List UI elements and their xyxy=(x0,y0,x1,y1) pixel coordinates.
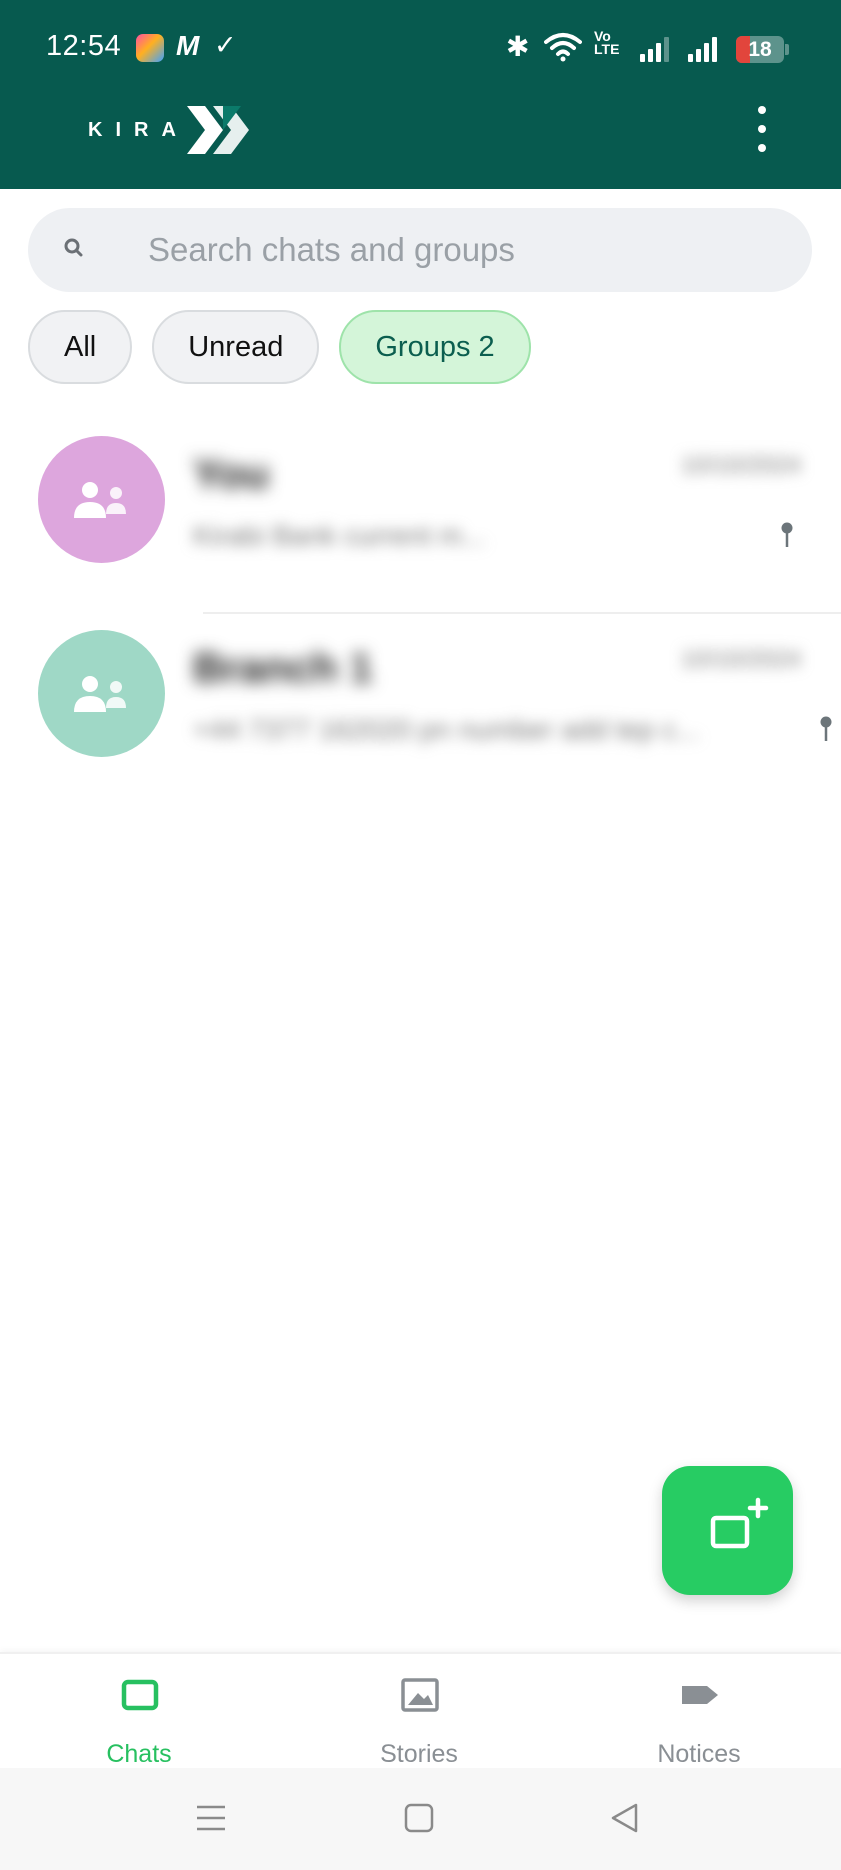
bluetooth-icon: ✱ xyxy=(506,31,530,62)
group-icon xyxy=(73,481,126,518)
app-header: 12:54 M ✓ ✱ Vo LTE 18 KIRA xyxy=(0,0,841,189)
chat-name: You xyxy=(193,450,270,497)
logo-text: KIRA xyxy=(88,118,189,141)
status-clock: 12:54 xyxy=(46,30,122,62)
system-nav-bar xyxy=(0,1768,841,1870)
chat-preview: +44 7377 162020 pn number add tep c... xyxy=(193,714,700,745)
group-avatar xyxy=(38,436,165,563)
chat-row[interactable]: Branch 1 10/10/2024 +44 7377 162020 pn n… xyxy=(0,614,841,808)
nav-notices[interactable]: Notices xyxy=(599,1654,799,1770)
home-icon[interactable] xyxy=(403,1802,435,1834)
battery-icon: 18 xyxy=(736,36,784,63)
filter-all[interactable]: All xyxy=(28,310,133,384)
battery-nub xyxy=(785,44,789,55)
volte-icon: Vo LTE xyxy=(594,28,620,57)
nav-chats[interactable]: Chats xyxy=(39,1654,239,1770)
chat-preview: Kirabi Bank current m... xyxy=(193,520,486,551)
battery-level: 18 xyxy=(748,38,772,61)
wifi-icon xyxy=(544,33,582,62)
filter-unread[interactable]: Unread xyxy=(152,310,320,384)
chat-row[interactable]: You 10/10/2024 Kirabi Bank current m... xyxy=(0,420,841,614)
status-bar: 12:54 M ✓ ✱ Vo LTE 18 xyxy=(0,0,841,96)
new-chat-button[interactable] xyxy=(662,1466,793,1595)
logo-x-icon xyxy=(186,106,249,154)
group-avatar xyxy=(38,630,165,757)
m-icon: M xyxy=(176,30,200,61)
nav-label: Stories xyxy=(380,1740,458,1768)
search-icon xyxy=(64,238,83,257)
search-bar[interactable] xyxy=(28,208,812,292)
chat-time: 10/10/2024 xyxy=(680,452,801,479)
nav-stories[interactable]: Stories xyxy=(319,1654,519,1770)
bottom-nav: Chats Stories Notices xyxy=(0,1652,841,1768)
filter-groups[interactable]: Groups 2 xyxy=(339,310,531,384)
app-logo: KIRA xyxy=(88,100,253,160)
signal-icon xyxy=(640,36,669,62)
filter-chips: All Unread Groups 2 xyxy=(28,310,531,384)
app-icon xyxy=(136,34,164,62)
group-icon xyxy=(73,675,126,712)
signal-icon xyxy=(688,36,717,62)
chat-list: You 10/10/2024 Kirabi Bank current m... … xyxy=(0,420,841,808)
search-input[interactable] xyxy=(148,208,768,292)
back-icon[interactable] xyxy=(609,1802,641,1834)
chat-name: Branch 1 xyxy=(193,644,373,691)
pin-icon xyxy=(820,716,832,741)
nav-label: Chats xyxy=(106,1740,172,1768)
image-icon xyxy=(401,1678,439,1712)
pin-icon xyxy=(781,522,793,547)
nav-label: Notices xyxy=(657,1740,741,1768)
check-icon: ✓ xyxy=(214,30,237,60)
menu-icon[interactable] xyxy=(195,1802,227,1834)
new-chat-icon xyxy=(710,1497,769,1549)
chat-time: 10/10/2024 xyxy=(680,646,801,673)
chat-icon xyxy=(121,1679,159,1711)
arrow-tag-icon xyxy=(682,1686,718,1704)
more-vertical-icon[interactable] xyxy=(750,106,774,152)
